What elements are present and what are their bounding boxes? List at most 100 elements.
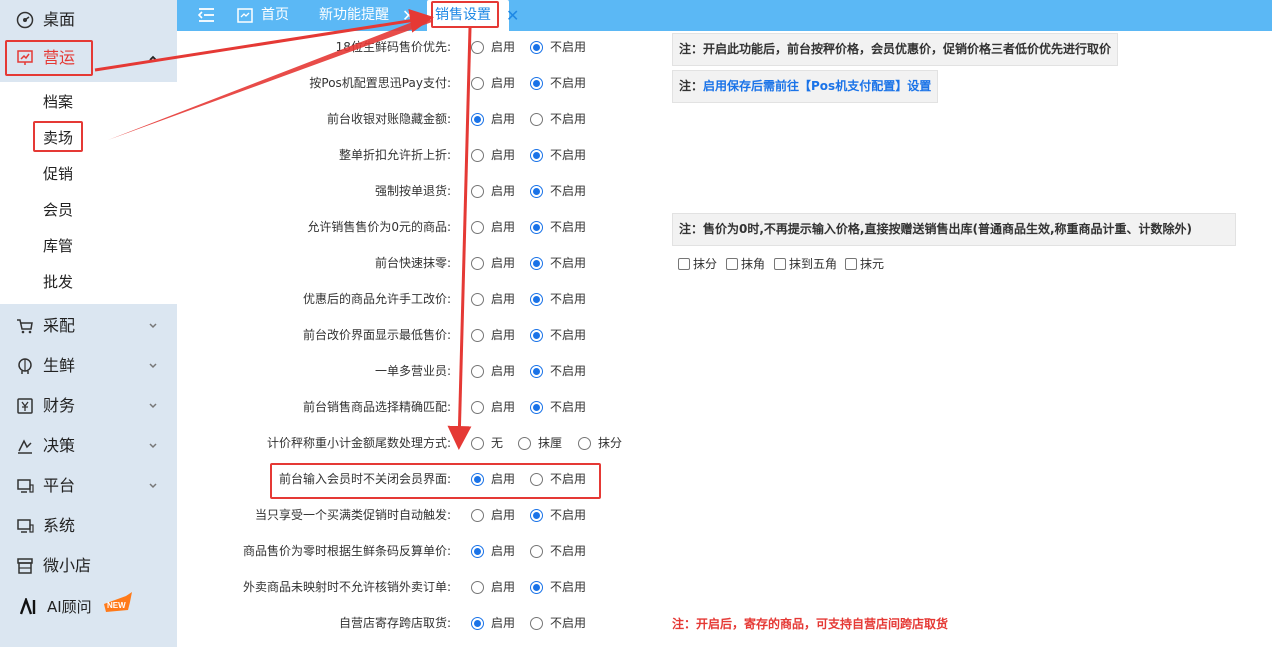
radio-enable[interactable] xyxy=(471,329,484,342)
shop-icon xyxy=(17,558,33,574)
sub-item-wholesale[interactable]: 批发 xyxy=(43,272,73,292)
checkbox-round-half-label: 抹到五角 xyxy=(789,257,838,271)
radio-enable[interactable] xyxy=(471,221,484,234)
setting-label: 18位生鲜码售价优先: xyxy=(335,40,451,54)
chevron-down-icon xyxy=(149,403,157,409)
tab-new-feature-close-icon[interactable]: ✕ xyxy=(402,0,415,31)
nav-fresh-label: 生鲜 xyxy=(43,356,76,375)
option-disable: 不启用 xyxy=(550,40,587,54)
radio-enable[interactable] xyxy=(471,545,484,558)
option-enable: 启用 xyxy=(491,472,516,486)
radio-none[interactable] xyxy=(471,437,484,450)
radio-disable[interactable] xyxy=(530,509,543,522)
option-enable: 启用 xyxy=(491,40,516,54)
tab-home[interactable]: 首页 xyxy=(261,0,289,31)
tab-home-label: 首页 xyxy=(261,7,289,23)
sub-item-inventory[interactable]: 库管 xyxy=(43,236,73,256)
radio-enable[interactable] xyxy=(471,149,484,162)
sidebar: 桌面 营运 档案 卖场 促销 会员 库管 批发 采配 生鲜 财务 决策 平台 系… xyxy=(0,0,177,647)
option-disable: 不启用 xyxy=(550,400,587,414)
radio-disable[interactable] xyxy=(530,293,543,306)
radio-disable[interactable] xyxy=(530,149,543,162)
radio-disable[interactable] xyxy=(530,365,543,378)
radio-disable[interactable] xyxy=(530,329,543,342)
scale-icon xyxy=(18,439,32,454)
checkbox-round-jiao-label: 抹角 xyxy=(741,257,766,271)
radio-round-fen[interactable] xyxy=(578,437,591,450)
nav-purchase[interactable]: 采配 xyxy=(0,306,177,346)
setting-label: 优惠后的商品允许手工改价: xyxy=(302,292,451,306)
radio-disable[interactable] xyxy=(530,113,543,126)
pos-pay-config-link[interactable]: 启用保存后需前往【Pos机支付配置】设置 xyxy=(703,79,931,93)
radio-enable[interactable] xyxy=(471,509,484,522)
nav-finance[interactable]: 财务 xyxy=(0,386,177,426)
radio-disable[interactable] xyxy=(530,617,543,630)
option-enable: 启用 xyxy=(491,76,516,90)
radio-disable[interactable] xyxy=(530,257,543,270)
chevron-down-icon xyxy=(149,443,157,449)
tab-new-feature[interactable]: 新功能提醒 xyxy=(319,0,389,31)
setting-label: 前台收银对账隐藏金额: xyxy=(326,112,451,126)
checkbox-round-fen-label: 抹分 xyxy=(693,257,718,271)
radio-disable[interactable] xyxy=(530,473,543,486)
chevron-down-icon xyxy=(149,323,157,329)
yen-icon xyxy=(17,398,33,414)
setting-label: 一单多营业员: xyxy=(374,364,451,378)
monitor-icon xyxy=(17,519,34,533)
nav-desktop-label: 桌面 xyxy=(43,10,76,29)
radio-enable[interactable] xyxy=(471,113,484,126)
option-enable: 启用 xyxy=(491,112,516,126)
radio-enable[interactable] xyxy=(471,581,484,594)
option-disable: 不启用 xyxy=(550,544,587,558)
radio-disable[interactable] xyxy=(530,221,543,234)
nav-platform[interactable]: 平台 xyxy=(0,466,177,506)
nav-desktop[interactable]: 桌面 xyxy=(0,0,177,40)
option-enable: 启用 xyxy=(491,580,516,594)
nav-system-label: 系统 xyxy=(43,516,76,535)
radio-disable[interactable] xyxy=(530,185,543,198)
radio-disable[interactable] xyxy=(530,545,543,558)
sub-item-archive[interactable]: 档案 xyxy=(43,92,73,112)
radio-disable[interactable] xyxy=(530,77,543,90)
note-price-priority: 注：开启此功能后，前台按秤价格，会员优惠价，促销价格三者低价优先进行取价 xyxy=(672,33,1119,66)
settings-panel: 18位生鲜码售价优先: 启用 不启用 按Pos机配置思迅Pay支付: 启用 不启… xyxy=(187,31,1272,647)
option-disable: 不启用 xyxy=(550,184,587,198)
radio-enable[interactable] xyxy=(471,365,484,378)
checkbox-round-yuan[interactable] xyxy=(845,258,857,270)
tab-sales-settings-close-icon[interactable]: ✕ xyxy=(506,0,519,31)
radio-enable[interactable] xyxy=(471,257,484,270)
checkbox-round-fen[interactable] xyxy=(678,258,690,270)
checkbox-round-yuan-label: 抹元 xyxy=(860,257,885,271)
nav-microshop[interactable]: 微小店 xyxy=(0,546,177,586)
option-enable: 启用 xyxy=(491,220,516,234)
radio-enable[interactable] xyxy=(471,293,484,306)
option-enable: 启用 xyxy=(491,616,516,630)
option-enable: 启用 xyxy=(491,544,516,558)
nav-fresh[interactable]: 生鲜 xyxy=(0,346,177,386)
nav-decision[interactable]: 决策 xyxy=(0,426,177,466)
radio-enable[interactable] xyxy=(471,185,484,198)
app: 桌面 营运 档案 卖场 促销 会员 库管 批发 采配 生鲜 财务 决策 平台 系… xyxy=(0,0,1272,647)
sub-item-member[interactable]: 会员 xyxy=(43,200,73,220)
radio-enable[interactable] xyxy=(471,617,484,630)
checkbox-round-jiao[interactable] xyxy=(726,258,738,270)
tab-sales-settings[interactable]: 销售设置 xyxy=(427,0,509,31)
nav-operations[interactable]: 营运 xyxy=(0,38,177,78)
radio-disable[interactable] xyxy=(530,581,543,594)
chart-icon xyxy=(17,50,33,65)
sub-item-promotion[interactable]: 促销 xyxy=(43,164,73,184)
radio-enable[interactable] xyxy=(471,401,484,414)
nav-purchase-label: 采配 xyxy=(43,316,76,335)
radio-disable[interactable] xyxy=(530,401,543,414)
sub-item-store[interactable]: 卖场 xyxy=(43,128,73,148)
menu-toggle-icon[interactable] xyxy=(197,7,215,23)
nav-system[interactable]: 系统 xyxy=(0,506,177,546)
setting-label: 强制按单退货: xyxy=(374,184,451,198)
checkbox-round-half[interactable] xyxy=(774,258,786,270)
radio-disable[interactable] xyxy=(530,41,543,54)
radio-enable[interactable] xyxy=(471,77,484,90)
radio-enable[interactable] xyxy=(471,473,484,486)
radio-enable[interactable] xyxy=(471,41,484,54)
tab-new-feature-label: 新功能提醒 xyxy=(319,7,389,23)
radio-round-jiao[interactable] xyxy=(518,437,531,450)
